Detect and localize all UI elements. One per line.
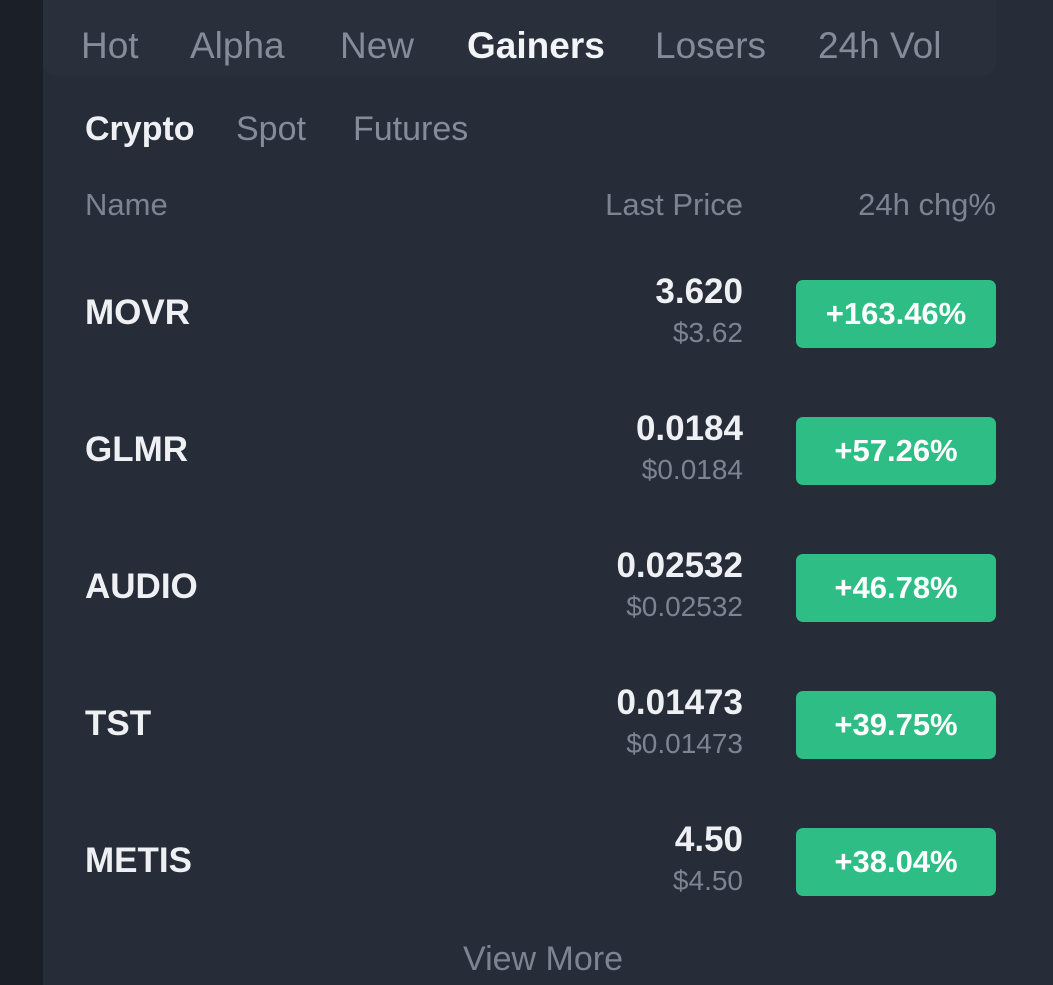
last-price: 0.02532 [616,546,743,585]
subtab-spot[interactable]: Spot [236,108,306,150]
usd-price: $4.50 [672,865,743,896]
table-row[interactable]: METIS 4.50 $4.50 +38.04% [43,798,1053,918]
table-row[interactable]: AUDIO 0.02532 $0.02532 +46.78% [43,524,1053,644]
last-price: 3.620 [655,272,743,311]
view-more-link[interactable]: View More [43,938,1043,980]
last-price: 0.0184 [635,409,743,448]
table-row[interactable]: GLMR 0.0184 $0.0184 +57.26% [43,387,1053,507]
change-badge[interactable]: +39.75% [796,691,996,759]
coin-name: MOVR [85,293,190,332]
usd-price: $0.0184 [641,454,743,485]
column-header-change[interactable]: 24h chg% [858,186,996,224]
last-price: 0.01473 [616,683,743,722]
tab-gainers[interactable]: Gainers [467,24,605,68]
market-tab-bar: Hot Alpha New Gainers Losers 24h Vol [43,0,996,76]
coin-name: AUDIO [85,567,198,606]
table-row[interactable]: TST 0.01473 $0.01473 +39.75% [43,661,1053,781]
table-row[interactable]: MOVR 3.620 $3.62 +163.46% [43,250,1053,370]
usd-price: $0.01473 [626,728,743,759]
tab-hot[interactable]: Hot [81,24,139,68]
usd-price: $3.62 [672,317,743,348]
column-header-name[interactable]: Name [85,186,168,224]
change-badge[interactable]: +46.78% [796,554,996,622]
subtab-futures[interactable]: Futures [353,108,468,150]
usd-price: $0.02532 [626,591,743,622]
coin-name: METIS [85,841,192,880]
tab-24h-vol[interactable]: 24h Vol [818,24,941,68]
tab-alpha[interactable]: Alpha [190,24,285,68]
coin-name: GLMR [85,430,189,469]
column-header-last-price[interactable]: Last Price [605,186,743,224]
market-panel: Hot Alpha New Gainers Losers 24h Vol Cry… [43,0,1053,985]
coin-name: TST [85,704,152,743]
change-badge[interactable]: +38.04% [796,828,996,896]
change-badge[interactable]: +163.46% [796,280,996,348]
subtab-crypto[interactable]: Crypto [85,108,195,150]
tab-losers[interactable]: Losers [655,24,766,68]
change-badge[interactable]: +57.26% [796,417,996,485]
tab-new[interactable]: New [340,24,414,68]
last-price: 4.50 [674,820,743,859]
